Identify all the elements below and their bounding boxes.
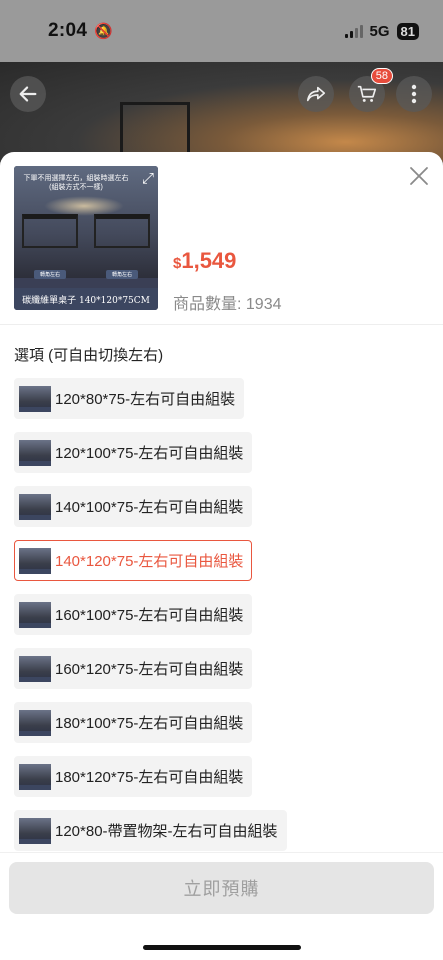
option-label: 140*120*75-左右可自由組裝 (55, 553, 244, 570)
option-thumbnail (19, 601, 51, 628)
cart-icon (357, 85, 377, 102)
option-chip[interactable]: 120*80-帶置物架-左右可自由組裝 (14, 810, 287, 851)
option-thumbnail (19, 439, 51, 466)
product-price: $1,549 (173, 248, 236, 274)
option-thumbnail (19, 763, 51, 790)
options-title: 選項 (可自由切換左右) (14, 347, 164, 364)
network-type: 5G (369, 22, 390, 40)
thumbnail-caption: 碳纖維單桌子 140*120*75CM (14, 288, 158, 310)
option-label: 180*120*75-左右可自由組裝 (55, 769, 244, 786)
product-thumbnail[interactable]: 下單不用選擇左右，組裝時選左右 (組裝方式不一樣) ⤢ 轉角左右 轉角左右 碳纖… (14, 166, 158, 310)
option-label: 140*100*75-左右可自由組裝 (55, 499, 244, 516)
footer-bar: 立即預購 (0, 852, 443, 960)
option-chip[interactable]: 140*100*75-左右可自由組裝 (14, 486, 253, 527)
option-label: 120*80-帶置物架-左右可自由組裝 (55, 823, 278, 840)
preorder-button[interactable]: 立即預購 (9, 862, 434, 914)
options-list: 120*80*75-左右可自由組裝 120*100*75-左右可自由組裝 140… (14, 378, 434, 864)
option-chip[interactable]: 160*120*75-左右可自由組裝 (14, 648, 253, 689)
desk-image-left (22, 214, 78, 248)
expand-icon[interactable]: ⤢ (142, 170, 154, 187)
back-button[interactable] (10, 76, 46, 112)
option-thumbnail (19, 655, 51, 682)
option-chip[interactable]: 120*100*75-左右可自由組裝 (14, 432, 253, 473)
thumbnail-tags: 轉角左右 轉角左右 (14, 270, 158, 279)
option-thumbnail (19, 385, 51, 412)
share-button[interactable] (298, 76, 334, 112)
thumbnail-image: 下單不用選擇左右，組裝時選左右 (組裝方式不一樣) ⤢ (14, 166, 158, 278)
more-vertical-icon (411, 84, 417, 104)
option-thumbnail (19, 547, 51, 574)
battery-icon: 81 (396, 22, 419, 40)
option-chip[interactable]: 160*100*75-左右可自由組裝 (14, 594, 253, 635)
thumbnail-tag: 轉角左右 (33, 270, 66, 279)
desk-image-right (94, 214, 150, 248)
option-chip[interactable]: 120*80*75-左右可自由組裝 (14, 378, 245, 419)
divider (0, 324, 443, 325)
option-label: 180*100*75-左右可自由組裝 (55, 715, 244, 732)
arrow-left-icon (19, 86, 37, 102)
option-thumbnail (19, 817, 51, 844)
option-label: 160*120*75-左右可自由組裝 (55, 661, 244, 678)
signal-icon (344, 24, 363, 38)
option-thumbnail (19, 709, 51, 736)
option-chip[interactable]: 180*120*75-左右可自由組裝 (14, 756, 253, 797)
option-label: 120*100*75-左右可自由組裝 (55, 445, 244, 462)
share-icon (306, 86, 326, 102)
variant-selection-sheet: 下單不用選擇左右，組裝時選左右 (組裝方式不一樣) ⤢ 轉角左右 轉角左右 碳纖… (0, 152, 443, 960)
close-button[interactable] (409, 164, 429, 190)
home-indicator (143, 945, 301, 950)
option-label: 120*80*75-左右可自由組裝 (55, 391, 236, 408)
more-options-button[interactable] (396, 76, 432, 112)
cart-button[interactable]: 58 (349, 68, 393, 112)
option-chip-selected[interactable]: 140*120*75-左右可自由組裝 (14, 540, 253, 581)
stock-quantity: 商品數量: 1934 (173, 296, 282, 313)
status-bar: 2:04 🔕 5G 81 (0, 0, 443, 62)
close-icon (410, 167, 428, 185)
price-value: 1,549 (181, 248, 237, 273)
status-time: 2:04 (48, 20, 88, 41)
cart-count-badge: 58 (370, 68, 393, 84)
option-chip[interactable]: 180*100*75-左右可自由組裝 (14, 702, 253, 743)
thumbnail-note: 下單不用選擇左右，組裝時選左右 (組裝方式不一樣) (23, 175, 129, 192)
status-indicators: 5G 81 (344, 22, 419, 40)
thumbnail-tag: 轉角左右 (105, 270, 138, 279)
option-label: 160*100*75-左右可自由組裝 (55, 607, 244, 624)
bell-muted-icon: 🔕 (94, 23, 113, 40)
option-thumbnail (19, 493, 51, 520)
